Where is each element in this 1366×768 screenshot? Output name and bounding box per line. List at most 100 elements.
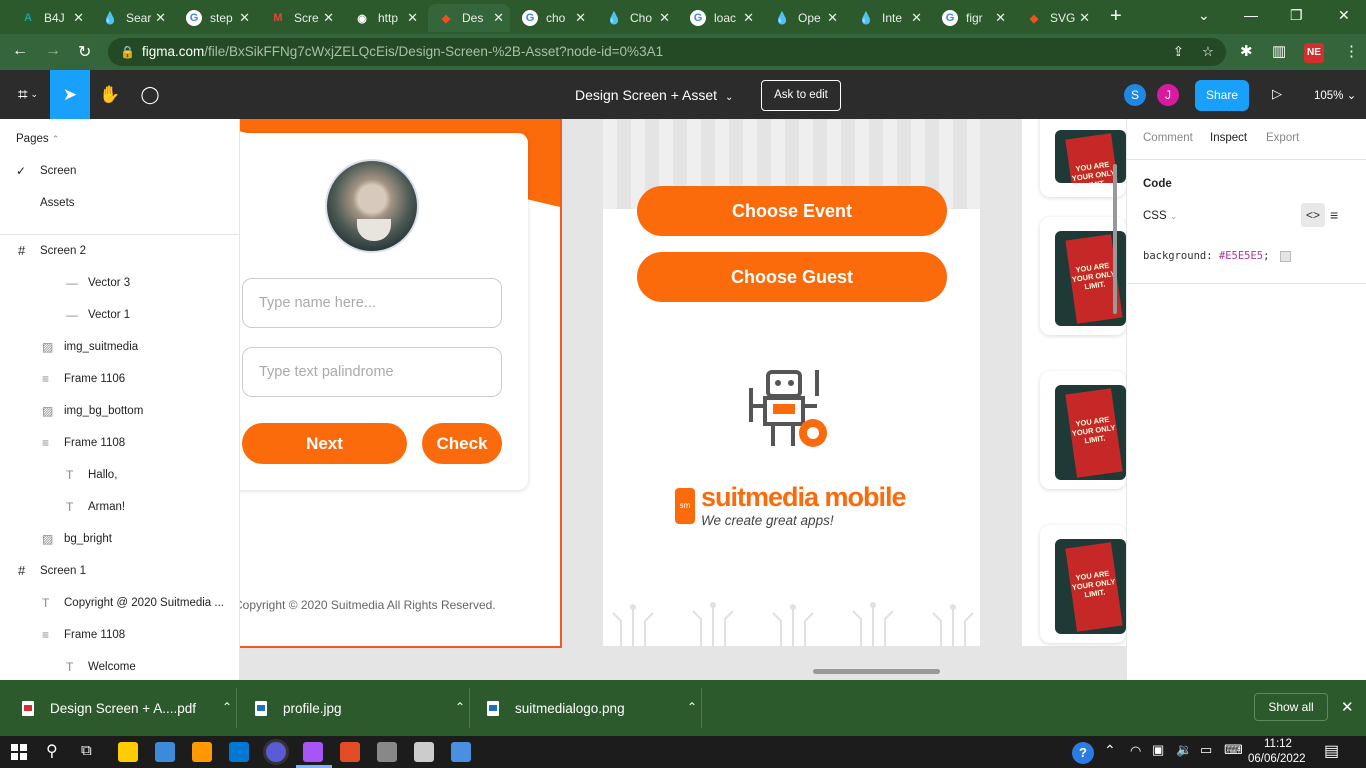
name-input[interactable]: Type name here... xyxy=(242,278,502,328)
browser-tab[interactable]: ◆ SVG ✕ xyxy=(1016,4,1096,32)
ask-to-edit-button[interactable]: Ask to edit xyxy=(761,80,841,111)
network-icon[interactable]: ◠ xyxy=(1130,743,1141,759)
browser-tab[interactable]: Gloac ✕ xyxy=(680,4,760,32)
browser-tab[interactable]: ◉ http ✕ xyxy=(344,4,424,32)
browser-tab[interactable]: M Scre ✕ xyxy=(260,4,340,32)
close-tab-icon[interactable]: ✕ xyxy=(659,10,670,26)
forward-icon[interactable]: → xyxy=(45,42,61,60)
layer-item[interactable]: ≡ Frame 1106 xyxy=(0,369,239,389)
browser-tab[interactable]: A B4J ✕ xyxy=(10,4,90,32)
show-all-button[interactable]: Show all xyxy=(1254,693,1328,721)
new-tab-button[interactable]: + xyxy=(1110,5,1122,28)
language-dropdown[interactable]: CSS ⌄ xyxy=(1143,210,1177,222)
close-tab-icon[interactable]: ✕ xyxy=(995,10,1006,26)
layer-item[interactable]: ▨ bg_bright xyxy=(0,529,239,549)
extensions-icon[interactable]: ✱ xyxy=(1240,42,1253,60)
zoom-dropdown[interactable]: 105% ⌄ xyxy=(1314,88,1356,102)
close-shelf-icon[interactable]: ✕ xyxy=(1341,698,1354,716)
layer-item[interactable]: — Vector 1 xyxy=(0,305,239,325)
layer-item[interactable]: # Screen 1 xyxy=(0,561,239,581)
page-item[interactable]: Assets xyxy=(16,193,226,213)
close-tab-icon[interactable]: ✕ xyxy=(911,10,922,26)
present-icon[interactable]: ▷ xyxy=(1272,86,1282,102)
layer-item[interactable]: T Hallo, xyxy=(0,465,239,485)
close-tab-icon[interactable]: ✕ xyxy=(1079,10,1090,26)
layer-item[interactable]: ▨ img_bg_bottom xyxy=(0,401,239,421)
figma-menu-icon[interactable]: ⌗ ⌄ xyxy=(6,70,50,119)
layer-item[interactable]: ≡ Frame 1108 xyxy=(0,625,239,645)
share-page-icon[interactable]: ⇪ xyxy=(1173,38,1184,66)
layer-item[interactable]: T Welcome xyxy=(0,657,239,677)
palindrome-input[interactable]: Type text palindrome xyxy=(242,347,502,397)
browser-tab[interactable]: Gcho ✕ xyxy=(512,4,592,32)
file-explorer-icon[interactable] xyxy=(118,742,138,762)
browser-tab[interactable]: 💧 Inte ✕ xyxy=(848,4,928,32)
page-item[interactable]: ✓ Screen xyxy=(16,161,226,181)
keyboard-icon[interactable]: ⌨ xyxy=(1224,742,1243,758)
layer-item[interactable]: # Screen 2 xyxy=(0,241,239,261)
inspect-tab[interactable]: Inspect xyxy=(1210,132,1247,144)
check-button[interactable]: Check xyxy=(422,423,502,464)
close-tab-icon[interactable]: ✕ xyxy=(239,10,250,26)
chrome-menu-icon[interactable]: ⋮ xyxy=(1344,42,1359,60)
browser-tab[interactable]: Gstep ✕ xyxy=(176,4,256,32)
vscode-icon[interactable] xyxy=(155,742,175,762)
horizontal-scrollbar[interactable] xyxy=(813,669,940,674)
chevron-up-icon[interactable]: ⌃ xyxy=(222,700,232,714)
avatar[interactable]: J xyxy=(1157,84,1179,106)
volume-icon[interactable]: 🔉 xyxy=(1176,742,1192,758)
choose-event-button[interactable]: Choose Event xyxy=(637,186,947,236)
screen-2-frame[interactable]: Choose Event Choose Guest sm suitmedia m… xyxy=(603,119,980,646)
asset-card[interactable]: YOU ARE YOUR ONLY LIMIT. xyxy=(1040,371,1126,489)
close-tab-icon[interactable]: ✕ xyxy=(827,10,838,26)
next-button[interactable]: Next xyxy=(242,423,407,464)
reload-icon[interactable]: ↻ xyxy=(78,42,91,62)
display-icon[interactable]: ▣ xyxy=(1152,742,1164,758)
close-tab-icon[interactable]: ✕ xyxy=(575,10,586,26)
pages-header[interactable]: Pages ⌃ xyxy=(16,129,59,149)
design-canvas[interactable]: Type name here... Type text palindrome N… xyxy=(240,119,1126,680)
avatar[interactable]: S xyxy=(1124,84,1146,106)
search-icon[interactable]: ⚲ xyxy=(46,741,58,761)
close-tab-icon[interactable]: ✕ xyxy=(743,10,754,26)
document-title[interactable]: Design Screen + Asset ⌄ xyxy=(575,87,733,103)
tab-search-icon[interactable]: ⌄ xyxy=(1198,7,1210,24)
layer-item[interactable]: — Vector 3 xyxy=(0,273,239,293)
task-view-icon[interactable]: ⧉ xyxy=(81,742,92,759)
layer-item[interactable]: T Arman! xyxy=(0,497,239,517)
browser-tab[interactable]: Gfigr ✕ xyxy=(932,4,1012,32)
terminal-icon[interactable] xyxy=(340,742,360,762)
close-tab-icon[interactable]: ✕ xyxy=(73,10,84,26)
inspect-tab[interactable]: Comment xyxy=(1143,132,1193,144)
close-window-icon[interactable]: ✕ xyxy=(1338,7,1350,24)
asset-card[interactable]: YOU ARE YOUR ONLY LIMIT. xyxy=(1040,525,1126,643)
restore-icon[interactable]: ❐ xyxy=(1290,7,1303,24)
text-editor-icon[interactable] xyxy=(414,742,434,762)
eclipse-icon[interactable] xyxy=(192,742,212,762)
browser-tab[interactable]: 💧 Ope ✕ xyxy=(764,4,844,32)
help-tray-icon[interactable]: ? xyxy=(1072,742,1094,764)
clock-time[interactable]: 11:12 xyxy=(1264,738,1292,750)
browser-tab[interactable]: ◆ Des ✕ xyxy=(428,4,510,32)
download-item[interactable]: Design Screen + A....pdf ⌃ xyxy=(22,680,232,736)
code-view-icon[interactable]: <> xyxy=(1301,203,1325,227)
close-tab-icon[interactable]: ✕ xyxy=(323,10,334,26)
notification-icon[interactable]: ▤ xyxy=(1324,741,1339,761)
tray-chevron-icon[interactable]: ⌃ xyxy=(1104,742,1116,759)
chevron-up-icon[interactable]: ⌃ xyxy=(687,700,697,714)
screen-1-frame[interactable]: Type name here... Type text palindrome N… xyxy=(240,119,562,648)
close-tab-icon[interactable]: ✕ xyxy=(155,10,166,26)
close-tab-icon[interactable]: ✕ xyxy=(407,10,418,26)
extension-badge[interactable]: NE xyxy=(1304,43,1324,63)
address-bar[interactable]: 🔒 figma.com/file/BxSikFFNg7cWxjZELQcEis/… xyxy=(108,38,1226,66)
windows-start-icon[interactable] xyxy=(11,744,27,760)
inspect-tab[interactable]: Export xyxy=(1266,132,1299,144)
download-item[interactable]: suitmedialogo.png ⌃ xyxy=(487,680,697,736)
layer-item[interactable]: T Copyright @ 2020 Suitmedia ... xyxy=(0,593,239,613)
clock-date[interactable]: 06/06/2022 xyxy=(1248,753,1306,765)
app-icon[interactable] xyxy=(377,742,397,762)
browser-tab[interactable]: 💧 Cho ✕ xyxy=(596,4,676,32)
comment-tool-icon[interactable]: ◯ xyxy=(130,70,170,119)
browser-tab[interactable]: 💧 Sear ✕ xyxy=(92,4,172,32)
close-tab-icon[interactable]: ✕ xyxy=(493,10,504,26)
